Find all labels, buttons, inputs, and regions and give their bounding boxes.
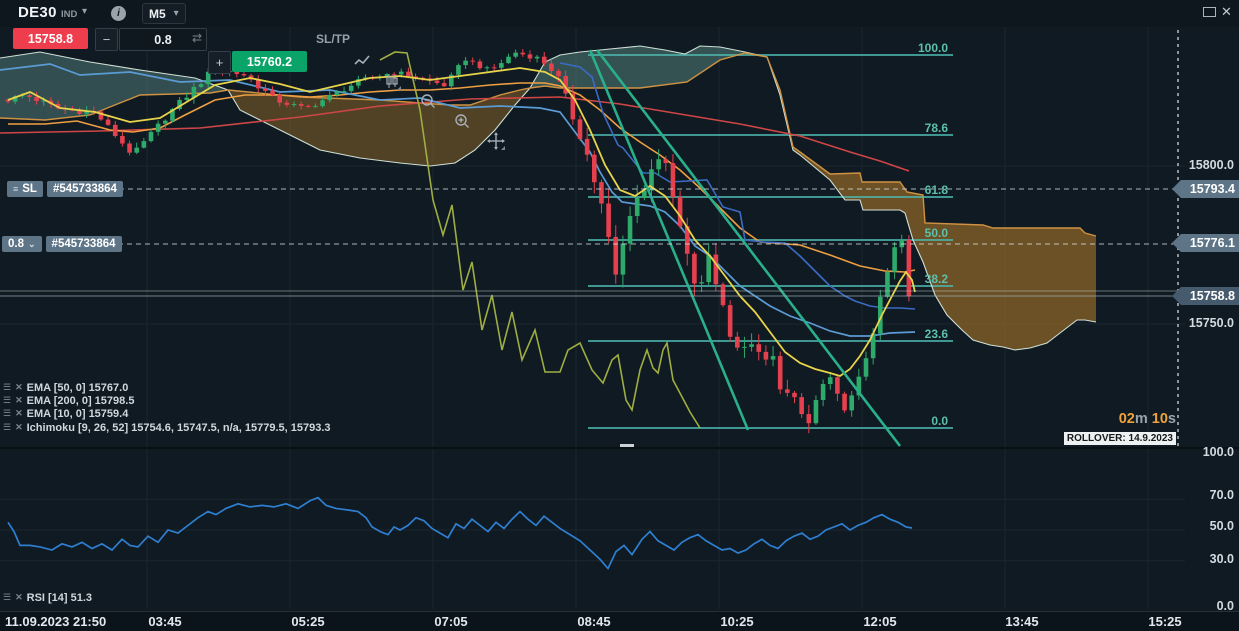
legend-close-icon[interactable]: ✕ (15, 395, 23, 406)
close-icon[interactable]: ✕ (1221, 4, 1232, 20)
drag-handle-icon: ≡ (13, 184, 19, 194)
legend-close-icon[interactable]: ✕ (15, 408, 23, 419)
countdown-m-unit: m (1134, 411, 1152, 427)
rsi-tick: 30.0 (1209, 552, 1234, 566)
volume-input[interactable]: 0.8 ⇄ (119, 28, 207, 51)
price-axis-tag: 15758.8 (1172, 287, 1239, 305)
legend-settings-icon[interactable]: ☰ (3, 422, 11, 433)
legend-row: ☰ ✕ EMA [10, 0] 15759.4 (3, 407, 128, 420)
legend-close-icon[interactable]: ✕ (15, 592, 23, 603)
candle-chart-type-icon[interactable] (382, 71, 402, 91)
fib-label: 61.8 (924, 183, 948, 197)
legend-text: EMA [10, 0] 15759.4 (26, 407, 129, 420)
time-tick: 12:05 (863, 614, 897, 629)
time-axis[interactable]: 11.09.2023 21:50 03:45 05:25 07:05 08:45 10:2… (0, 611, 1239, 631)
rollover-badge-text: ROLLOVER: 14.9.2023 (1063, 432, 1176, 445)
sltp-toggle[interactable]: SL/TP (316, 32, 350, 46)
pane-resize-handle (620, 444, 634, 447)
fib-label: 23.6 (924, 327, 948, 341)
volume-decrease-button[interactable]: − (95, 28, 118, 51)
stop-loss-marker[interactable]: ≡ SL #545733864 (7, 181, 123, 197)
time-tick: 03:45 (148, 614, 182, 629)
symbol-caret-icon[interactable]: ▾ (82, 6, 87, 17)
price-axis-tag: 15776.1 (1172, 234, 1239, 252)
legend-row: ☰ ✕ EMA [200, 0] 15798.5 (3, 394, 134, 407)
rsi-tick: 50.0 (1209, 519, 1234, 533)
volume-value: 0.8 (154, 32, 172, 47)
trading-app-window: DE30 IND ▾ i M5 ▾ ✕ 15758.8 − 0.8 ⇄ + 15… (0, 0, 1239, 631)
symbol-name[interactable]: DE30 (18, 4, 57, 21)
countdown-s-unit: s (1167, 411, 1176, 427)
countdown-seconds: 10 (1151, 411, 1168, 427)
fib-label: 100.0 (917, 41, 948, 55)
volume-increase-button[interactable]: + (208, 51, 231, 74)
countdown-minutes: 02 (1118, 411, 1135, 427)
legend-settings-icon[interactable]: ☰ (3, 395, 11, 406)
kumo-bear-right (767, 57, 1096, 350)
symbol-type-label: IND (61, 9, 78, 20)
legend-settings-icon[interactable]: ☰ (3, 382, 11, 393)
sl-ticket-tag: #545733864 (46, 181, 123, 197)
legend-row-rsi: ☰ ✕ RSI [14] 51.3 (3, 591, 92, 604)
rsi-line (7, 496, 913, 571)
crosshair-pan-icon[interactable] (486, 131, 506, 151)
timeframe-caret-icon: ▾ (173, 8, 179, 19)
price-tick: 15800.0 (1188, 158, 1234, 172)
price-tick: 15750.0 (1188, 316, 1234, 330)
sell-button[interactable]: 15758.8 (13, 28, 88, 49)
price-axis-tag: 15793.4 (1172, 180, 1239, 198)
legend-text: RSI [14] 51.3 (26, 591, 93, 604)
zoom-out-icon[interactable] (418, 91, 438, 111)
trend-line-2 (595, 49, 902, 447)
legend-settings-icon[interactable]: ☰ (3, 408, 11, 419)
legend-close-icon[interactable]: ✕ (15, 422, 23, 433)
fib-label: 50.0 (924, 226, 948, 240)
timeframe-value: M5 (149, 6, 166, 21)
price-chart[interactable] (0, 0, 1239, 631)
sl-tag[interactable]: ≡ SL (7, 181, 43, 197)
time-tick: 11.09.2023 21:50 (5, 614, 107, 629)
legend-close-icon[interactable]: ✕ (15, 382, 23, 393)
sl-tag-label: SL (22, 183, 37, 195)
volume-mode-swap-icon[interactable]: ⇄ (192, 31, 202, 45)
timeframe-selector[interactable]: M5 ▾ (142, 3, 186, 24)
maximize-icon[interactable] (1203, 7, 1216, 17)
legend-text: EMA [200, 0] 15798.5 (26, 394, 135, 407)
time-tick: 15:25 (1148, 614, 1182, 629)
position-volume-value: 0.8 (8, 238, 24, 250)
time-tick: 05:25 (291, 614, 325, 629)
chart-header: DE30 IND ▾ i M5 ▾ ✕ (0, 0, 1239, 27)
fib-label: 0.0 (931, 414, 948, 428)
rsi-tick: 100.0 (1202, 445, 1234, 459)
legend-row: ☰ ✕ EMA [50, 0] 15767.0 (3, 381, 128, 394)
position-volume-tag[interactable]: 0.8 ⌄ (2, 236, 42, 252)
time-tick: 08:45 (577, 614, 611, 629)
time-tick: 07:05 (434, 614, 468, 629)
rollover-countdown: 02m 10s (1040, 411, 1176, 427)
position-ticket-tag: #545733864 (45, 236, 122, 252)
fib-label: 38.2 (924, 272, 948, 286)
time-tick: 13:45 (1005, 614, 1039, 629)
legend-settings-icon[interactable]: ☰ (3, 592, 11, 603)
rollover-badge: ROLLOVER: 14.9.2023 (1000, 428, 1176, 446)
time-tick: 10:25 (720, 614, 754, 629)
position-caret-icon: ⌄ (28, 238, 36, 249)
info-icon[interactable]: i (111, 6, 126, 21)
trade-toolbar: 15758.8 − 0.8 ⇄ + 15760.2 SL/TP (0, 28, 700, 150)
rsi-tick: 70.0 (1209, 488, 1234, 502)
zoom-in-icon[interactable] (452, 111, 472, 131)
legend-text: Ichimoku [9, 26, 52] 15754.6, 15747.5, n… (26, 421, 331, 434)
legend-text: EMA [50, 0] 15767.0 (26, 381, 129, 394)
legend-row: ☰ ✕ Ichimoku [9, 26, 52] 15754.6, 15747.5,… (3, 421, 331, 434)
buy-button[interactable]: 15760.2 (232, 51, 307, 72)
line-chart-type-icon[interactable] (352, 51, 372, 71)
fib-label: 78.6 (924, 121, 948, 135)
position-entry-marker[interactable]: 0.8 ⌄ #545733864 (2, 236, 122, 252)
